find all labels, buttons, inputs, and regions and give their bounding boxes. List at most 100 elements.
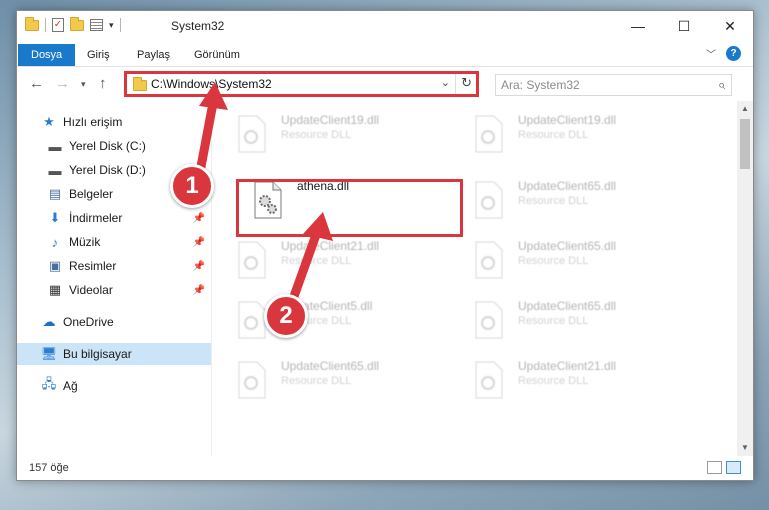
navigation-pane: ★ Hızlı erişim ▬ Yerel Disk (C:) ▬ Yerel… bbox=[17, 101, 212, 456]
file-type: Resource DLL bbox=[518, 315, 589, 327]
dll-file-icon bbox=[475, 241, 503, 279]
address-path[interactable]: C:\Windows\System32 bbox=[151, 77, 272, 91]
file-name: UpdateClient65.dll bbox=[518, 299, 617, 313]
file-item[interactable]: UpdateClient21.dll Resource DLL bbox=[468, 355, 693, 411]
file-name: UpdateClient65.dll bbox=[518, 239, 617, 253]
file-item[interactable]: UpdateClient19.dll Resource DLL bbox=[231, 109, 456, 165]
minimize-button[interactable]: — bbox=[615, 11, 661, 41]
navigation-bar: ← → ▾ ↑ C:\Windows\System32 ⌄ ↻ Ara: Sys… bbox=[17, 68, 753, 100]
dll-file-icon bbox=[238, 241, 266, 279]
quick-access-toolbar: ✓ ▾ bbox=[25, 16, 121, 32]
scroll-down-arrow-icon[interactable]: ▼ bbox=[737, 440, 753, 456]
sidebar-item-label: Resimler bbox=[69, 259, 117, 273]
file-name: UpdateClient21.dll bbox=[518, 359, 617, 373]
music-icon: ♪ bbox=[51, 234, 59, 250]
address-dropdown-icon[interactable]: ⌄ bbox=[441, 76, 450, 89]
computer-icon: 🖥 bbox=[40, 346, 58, 361]
file-name: UpdateClient19.dll bbox=[281, 113, 380, 127]
sidebar-item-label: Belgeler bbox=[69, 187, 114, 201]
folder-icon[interactable] bbox=[25, 16, 39, 31]
file-type: Resource DLL bbox=[281, 129, 352, 141]
forward-arrow-icon[interactable]: → bbox=[55, 75, 70, 92]
sidebar-item-label: Videolar bbox=[69, 283, 113, 297]
pin-icon[interactable]: 📌 bbox=[193, 285, 205, 296]
step-2-badge: 2 bbox=[264, 294, 308, 338]
sidebar-item-quick-access[interactable]: ★ Hızlı erişim bbox=[17, 111, 211, 133]
file-name: UpdateClient19.dll bbox=[518, 113, 617, 127]
tab-view[interactable]: Görünüm bbox=[182, 45, 252, 65]
pin-icon[interactable]: 📌 bbox=[193, 213, 205, 224]
sidebar-item-label: Bu bilgisayar bbox=[63, 347, 132, 361]
scroll-thumb[interactable] bbox=[740, 119, 750, 169]
file-type: Resource DLL bbox=[518, 129, 589, 141]
sidebar-item-downloads[interactable]: ⬇ İndirmeler 📌 bbox=[17, 207, 211, 229]
vertical-scrollbar[interactable]: ▲ ▼ bbox=[737, 101, 753, 456]
tab-share[interactable]: Paylaş bbox=[125, 45, 182, 65]
close-button[interactable]: ✕ bbox=[707, 11, 753, 41]
dll-file-icon bbox=[238, 301, 266, 339]
file-type: Resource DLL bbox=[281, 255, 352, 267]
dll-file-icon bbox=[238, 361, 266, 399]
sidebar-item-label: Ağ bbox=[63, 379, 78, 393]
highlight-box bbox=[236, 179, 463, 237]
pin-icon[interactable]: 📌 bbox=[193, 261, 205, 272]
pin-icon[interactable]: 📌 bbox=[193, 237, 205, 248]
maximize-button[interactable]: ☐ bbox=[661, 11, 707, 41]
properties-check-icon[interactable]: ✓ bbox=[52, 18, 64, 32]
tiles-view-icon[interactable] bbox=[726, 461, 741, 474]
sidebar-item-videos[interactable]: ▦ Videolar 📌 bbox=[17, 279, 211, 301]
refresh-icon[interactable]: ↻ bbox=[461, 75, 472, 91]
sidebar-item-local-disk-c[interactable]: ▬ Yerel Disk (C:) bbox=[17, 135, 211, 157]
customize-toolbar-icon[interactable]: ▾ bbox=[109, 20, 114, 31]
file-name: UpdateClient65.dll bbox=[281, 359, 380, 373]
drive-icon: ▬ bbox=[48, 162, 62, 178]
ribbon-tabs: Dosya Giriş Paylaş Görünüm ﹀ ? bbox=[17, 42, 753, 67]
address-bar[interactable]: C:\Windows\System32 ⌄ ↻ bbox=[124, 71, 479, 97]
tab-file[interactable]: Dosya bbox=[18, 44, 76, 66]
properties-icon[interactable] bbox=[90, 19, 103, 31]
divider bbox=[45, 18, 46, 32]
sidebar-item-label: İndirmeler bbox=[69, 211, 123, 225]
sidebar-item-label: Yerel Disk (D:) bbox=[69, 163, 146, 177]
back-arrow-icon[interactable]: ← bbox=[29, 75, 44, 92]
dll-file-icon bbox=[475, 115, 503, 153]
file-item[interactable]: UpdateClient65.dll Resource DLL bbox=[231, 355, 456, 411]
recent-locations-icon[interactable]: ▾ bbox=[81, 79, 86, 90]
new-folder-icon[interactable] bbox=[70, 16, 84, 31]
file-item[interactable]: UpdateClient65.dll Resource DLL bbox=[468, 295, 693, 351]
search-icon[interactable]: ⌕ bbox=[718, 77, 725, 93]
title-bar: ✓ ▾ System32 — ☐ ✕ bbox=[17, 11, 753, 42]
divider bbox=[455, 74, 456, 94]
scroll-up-arrow-icon[interactable]: ▲ bbox=[737, 101, 753, 117]
file-item[interactable]: UpdateClient65.dll Resource DLL bbox=[468, 175, 693, 231]
sidebar-item-this-pc[interactable]: 🖥 Bu bilgisayar bbox=[17, 343, 211, 365]
up-arrow-icon[interactable]: ↑ bbox=[99, 75, 107, 92]
step-1-badge: 1 bbox=[170, 164, 214, 208]
tab-home[interactable]: Giriş bbox=[75, 45, 122, 65]
star-icon: ★ bbox=[43, 114, 55, 129]
file-type: Resource DLL bbox=[281, 375, 352, 387]
explorer-window: ✓ ▾ System32 — ☐ ✕ Dosya Giriş Paylaş Gö… bbox=[16, 10, 754, 481]
sidebar-item-onedrive[interactable]: ☁ OneDrive bbox=[17, 311, 211, 333]
file-item[interactable]: UpdateClient21.dll Resource DLL bbox=[231, 235, 456, 291]
search-input[interactable]: Ara: System32 ⌕ bbox=[495, 74, 732, 96]
file-item[interactable]: UpdateClient65.dll Resource DLL bbox=[468, 235, 693, 291]
details-view-icon[interactable] bbox=[707, 461, 722, 474]
sidebar-item-music[interactable]: ♪ Müzik 📌 bbox=[17, 231, 211, 253]
file-name: UpdateClient21.dll bbox=[281, 239, 380, 253]
sidebar-item-pictures[interactable]: ▣ Resimler 📌 bbox=[17, 255, 211, 277]
file-item[interactable]: UpdateClient19.dll Resource DLL bbox=[468, 109, 693, 165]
status-bar: 157 öğe bbox=[17, 456, 753, 480]
dll-file-icon bbox=[475, 181, 503, 219]
divider bbox=[119, 18, 121, 32]
sidebar-item-network[interactable]: 🖧 Ağ bbox=[17, 375, 211, 397]
help-icon[interactable]: ? bbox=[726, 46, 741, 61]
dll-file-icon bbox=[238, 115, 266, 153]
sidebar-item-label: OneDrive bbox=[63, 315, 114, 329]
expand-ribbon-icon[interactable]: ﹀ bbox=[706, 46, 716, 61]
dll-file-icon bbox=[475, 361, 503, 399]
cloud-icon: ☁ bbox=[42, 314, 56, 329]
download-icon: ⬇ bbox=[49, 210, 61, 225]
file-name: UpdateClient65.dll bbox=[518, 179, 617, 193]
sidebar-item-label: Yerel Disk (C:) bbox=[69, 139, 146, 153]
